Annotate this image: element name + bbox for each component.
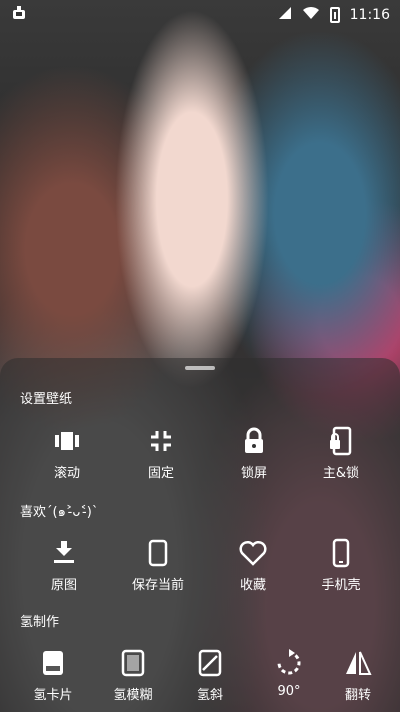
home-and-lock-button[interactable]: 主&锁: [301, 426, 381, 481]
scroll-button[interactable]: 滚动: [27, 426, 107, 481]
phone-case-button[interactable]: 手机壳: [301, 538, 381, 593]
fixed-icon: [146, 426, 176, 456]
favorite-label: 收藏: [239, 578, 266, 593]
blur-icon: [118, 648, 148, 678]
phone-case-icon: [326, 538, 356, 568]
wallpaper-preview: 11:16 设置壁纸 滚动 固定 锁屏 主&锁 喜欢ˊ(๑˃̵ᴗ˂̵)ˋ 原图 …: [0, 0, 400, 712]
lock-screen-button[interactable]: 锁屏: [214, 426, 294, 481]
save-current-label: 保存当前: [131, 578, 184, 593]
signal-icon: [278, 5, 292, 24]
fixed-label: 固定: [147, 466, 174, 481]
card-icon: [38, 648, 68, 678]
section-title-hydrogen-make: 氢制作: [20, 615, 60, 630]
app-bug-icon: [10, 5, 28, 27]
save-current-button[interactable]: 保存当前: [118, 538, 198, 593]
hydrogen-tilt-button[interactable]: 氢斜: [170, 648, 250, 703]
original-image-button[interactable]: 原图: [24, 538, 104, 593]
status-time: 11:16: [349, 6, 390, 23]
home-lock-icon: [326, 426, 356, 456]
hydrogen-blur-label: 氢模糊: [113, 688, 153, 703]
set-wallpaper-row: 滚动 固定 锁屏 主&锁: [0, 426, 400, 486]
battery-charging-icon: [329, 6, 340, 23]
rotate-90-button[interactable]: 90°: [249, 648, 329, 699]
tilt-icon: [195, 648, 225, 678]
section-title-set-wallpaper: 设置壁纸: [20, 392, 73, 407]
hydrogen-make-row: 氢卡片 氢模糊 氢斜 90° 翻转: [0, 648, 400, 708]
flip-button[interactable]: 翻转: [318, 648, 398, 703]
hydrogen-blur-button[interactable]: 氢模糊: [93, 648, 173, 703]
scroll-icon: [52, 426, 82, 456]
download-icon: [49, 538, 79, 568]
lock-screen-label: 锁屏: [240, 466, 267, 481]
heart-icon: [238, 538, 268, 568]
favorite-button[interactable]: 收藏: [213, 538, 293, 593]
lock-icon: [239, 426, 269, 456]
hydrogen-card-button[interactable]: 氢卡片: [13, 648, 93, 703]
phone-case-label: 手机壳: [321, 578, 361, 593]
save-current-icon: [143, 538, 173, 568]
wifi-icon: [302, 5, 320, 24]
rotate-90-label: 90°: [277, 684, 301, 699]
status-bar: 11:16: [0, 0, 400, 28]
hydrogen-card-label: 氢卡片: [33, 688, 73, 703]
section-title-favorites: 喜欢ˊ(๑˃̵ᴗ˂̵)ˋ: [20, 505, 99, 520]
original-image-label: 原图: [50, 578, 77, 593]
favorites-row: 原图 保存当前 收藏 手机壳: [0, 538, 400, 598]
home-and-lock-label: 主&锁: [322, 466, 360, 481]
sheet-drag-handle[interactable]: [185, 366, 215, 370]
hydrogen-tilt-label: 氢斜: [196, 688, 223, 703]
scroll-label: 滚动: [53, 466, 80, 481]
flip-label: 翻转: [344, 688, 371, 703]
fixed-button[interactable]: 固定: [121, 426, 201, 481]
wallpaper-action-sheet: 设置壁纸 滚动 固定 锁屏 主&锁 喜欢ˊ(๑˃̵ᴗ˂̵)ˋ 原图 保存当前 收…: [0, 358, 400, 712]
rotate-icon: [274, 648, 304, 678]
flip-icon: [343, 648, 373, 678]
